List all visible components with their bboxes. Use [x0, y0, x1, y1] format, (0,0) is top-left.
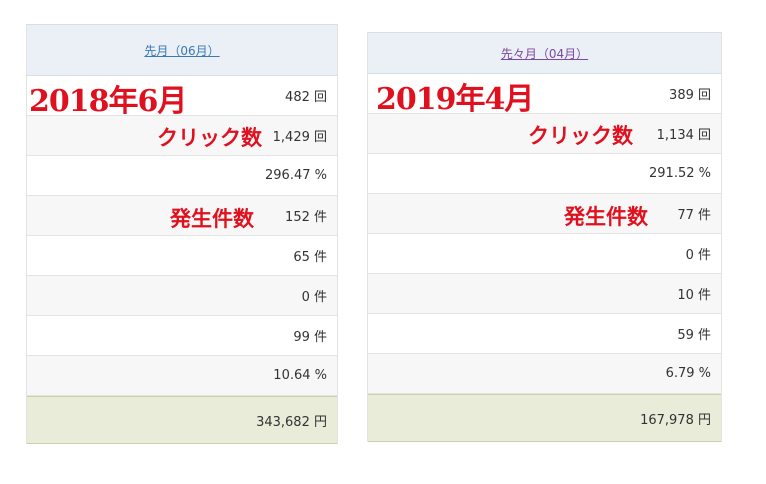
stat-row: 10 件	[368, 274, 721, 314]
stat-value: 0 件	[301, 290, 327, 305]
stat-value: 10 件	[677, 288, 711, 303]
total-value: 167,978 円	[640, 412, 711, 428]
period-annotation: 2019年4月	[376, 82, 534, 117]
click-count-annotation: クリック数	[528, 123, 633, 148]
stat-row: 65 件	[27, 236, 337, 276]
occurrence-count-annotation: 発生件数	[170, 206, 254, 231]
stat-row: 99 件	[27, 316, 337, 356]
stat-value: 296.47 %	[265, 168, 327, 183]
stat-value: 389 回	[669, 88, 711, 103]
stat-row: 10.64 %	[27, 356, 337, 396]
stat-row: 0 件	[27, 276, 337, 316]
stat-value: 77 件	[677, 208, 711, 223]
stat-value: 1,429 回	[272, 130, 327, 145]
last-month-panel: 先月（06月） 2018年6月 482 回 クリック数 1,429 回 296.…	[26, 24, 338, 444]
two-months-ago-header: 先々月（04月）	[368, 32, 721, 74]
stat-value: 10.64 %	[273, 368, 327, 383]
stat-row: 2018年6月 482 回	[27, 76, 337, 119]
stat-row: 296.47 %	[27, 156, 337, 196]
stat-value: 482 回	[285, 90, 327, 105]
stat-value: 291.52 %	[649, 166, 711, 181]
stat-row: 291.52 %	[368, 154, 721, 194]
period-annotation: 2018年6月	[29, 84, 187, 119]
stat-row: 2019年4月 389 回	[368, 74, 721, 117]
stat-value: 1,134 回	[656, 128, 711, 143]
stat-row: 発生件数 77 件	[368, 194, 721, 234]
stat-value: 0 件	[685, 248, 711, 263]
stat-row: 59 件	[368, 314, 721, 354]
click-count-annotation: クリック数	[157, 125, 262, 150]
two-months-ago-link[interactable]: 先々月（04月）	[501, 45, 588, 62]
stat-row: 6.79 %	[368, 354, 721, 394]
occurrence-count-annotation: 発生件数	[564, 204, 648, 229]
stat-value: 65 件	[293, 250, 327, 265]
stat-row: 0 件	[368, 234, 721, 274]
total-value: 343,682 円	[256, 414, 327, 430]
stat-row: クリック数 1,429 回	[27, 116, 337, 156]
stat-row: クリック数 1,134 回	[368, 114, 721, 154]
total-row: 167,978 円	[368, 394, 721, 442]
stat-value: 59 件	[677, 328, 711, 343]
two-months-ago-panel: 先々月（04月） 2019年4月 389 回 クリック数 1,134 回 291…	[367, 32, 722, 442]
total-row: 343,682 円	[27, 396, 337, 444]
stat-row: 発生件数 152 件	[27, 196, 337, 236]
last-month-header: 先月（06月）	[27, 24, 337, 76]
stat-value: 6.79 %	[665, 366, 711, 381]
last-month-link[interactable]: 先月（06月）	[144, 42, 219, 59]
stat-value: 99 件	[293, 330, 327, 345]
stat-value: 152 件	[285, 210, 327, 225]
